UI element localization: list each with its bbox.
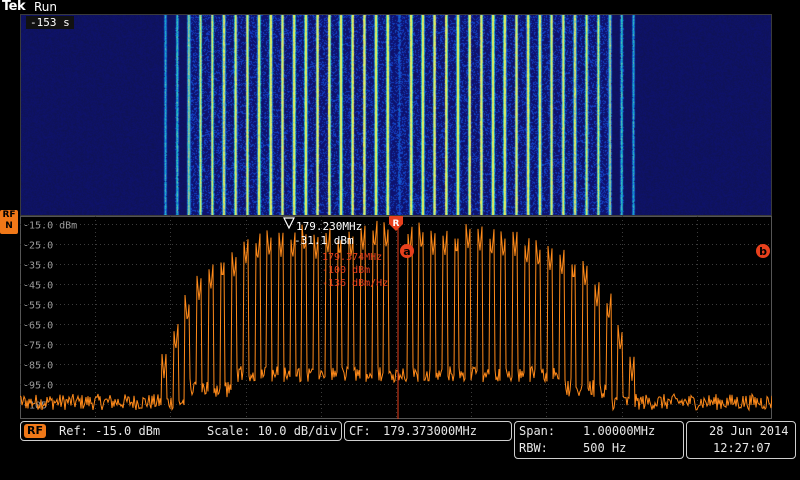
marker-b[interactable]: b xyxy=(756,244,770,258)
status-bar: Tek Run xyxy=(0,0,800,14)
date: 28 Jun 2014 xyxy=(709,424,789,438)
rf-channel-tag[interactable]: RF N xyxy=(0,210,18,234)
cf-value: 179.373000MHz xyxy=(383,424,477,438)
delta-marker-freq: 179.230MHz xyxy=(296,220,362,233)
marker-a-badge-letter: a xyxy=(403,245,410,258)
y-tick-label: -25.0 xyxy=(23,241,53,252)
y-tick-label: -85.0 xyxy=(23,361,53,372)
delta-marker[interactable]: 179.230MHz -31.1 dBm xyxy=(283,217,362,247)
acquisition-status[interactable]: Run xyxy=(34,0,57,14)
marker-b-badge-letter: b xyxy=(759,245,767,258)
y-tick-label: -55.0 xyxy=(23,301,53,312)
rbw-label: RBW: xyxy=(519,441,548,455)
rf-tag-line2: N xyxy=(5,221,13,231)
span-label: Span: xyxy=(519,424,556,438)
y-tick-label: -15.0 dBm xyxy=(23,221,77,232)
marker-a-density: -136 dBm/Hz xyxy=(322,278,388,289)
y-tick-label: -65.0 xyxy=(23,321,53,332)
time: 12:27:07 xyxy=(713,441,771,455)
rbw-value: 500 Hz xyxy=(583,441,627,455)
y-tick-label: -35.0 xyxy=(23,261,53,272)
spectrogram-canvas xyxy=(21,15,771,215)
marker-a-freq: 179.374MHz xyxy=(322,252,382,263)
vertical-scale: Scale: 10.0 dB/div xyxy=(207,424,338,438)
marker-a-amp: -100 dBm xyxy=(322,265,370,276)
spectrogram-time-label: -153 s xyxy=(26,16,74,29)
ref-level-readout[interactable]: RF Ref: -15.0 dBm Scale: 10.0 dB/div xyxy=(20,421,342,441)
center-frequency-readout[interactable]: CF: 179.373000MHz xyxy=(344,421,512,441)
cf-label: CF: xyxy=(349,424,371,438)
rf-badge: RF xyxy=(24,424,46,438)
ref-marker-label: R xyxy=(393,219,400,229)
y-tick-label: -95.0 xyxy=(23,381,53,392)
rf-tag-line1: RF xyxy=(2,210,16,220)
delta-marker-amp: -31.1 dBm xyxy=(294,234,354,247)
info-bar: RF Ref: -15.0 dBm Scale: 10.0 dB/div CF:… xyxy=(0,419,800,480)
spectrum-plot[interactable]: -15.0 dBm -25.0 -35.0 -45.0 -55.0 -65.0 -75.0 -… xyxy=(20,216,772,419)
span-value: 1.00000MHz xyxy=(583,424,656,438)
ref-level: Ref: -15.0 dBm xyxy=(59,424,161,438)
y-tick-label: -75.0 xyxy=(23,341,53,352)
span-rbw-readout[interactable]: Span: 1.00000MHz RBW: 500 Hz xyxy=(514,421,684,459)
tek-logo: Tek xyxy=(2,0,26,14)
spectrogram-display[interactable] xyxy=(20,14,772,216)
y-tick-label: -45.0 xyxy=(23,281,53,292)
date-time-readout[interactable]: 28 Jun 2014 12:27:07 xyxy=(686,421,796,459)
